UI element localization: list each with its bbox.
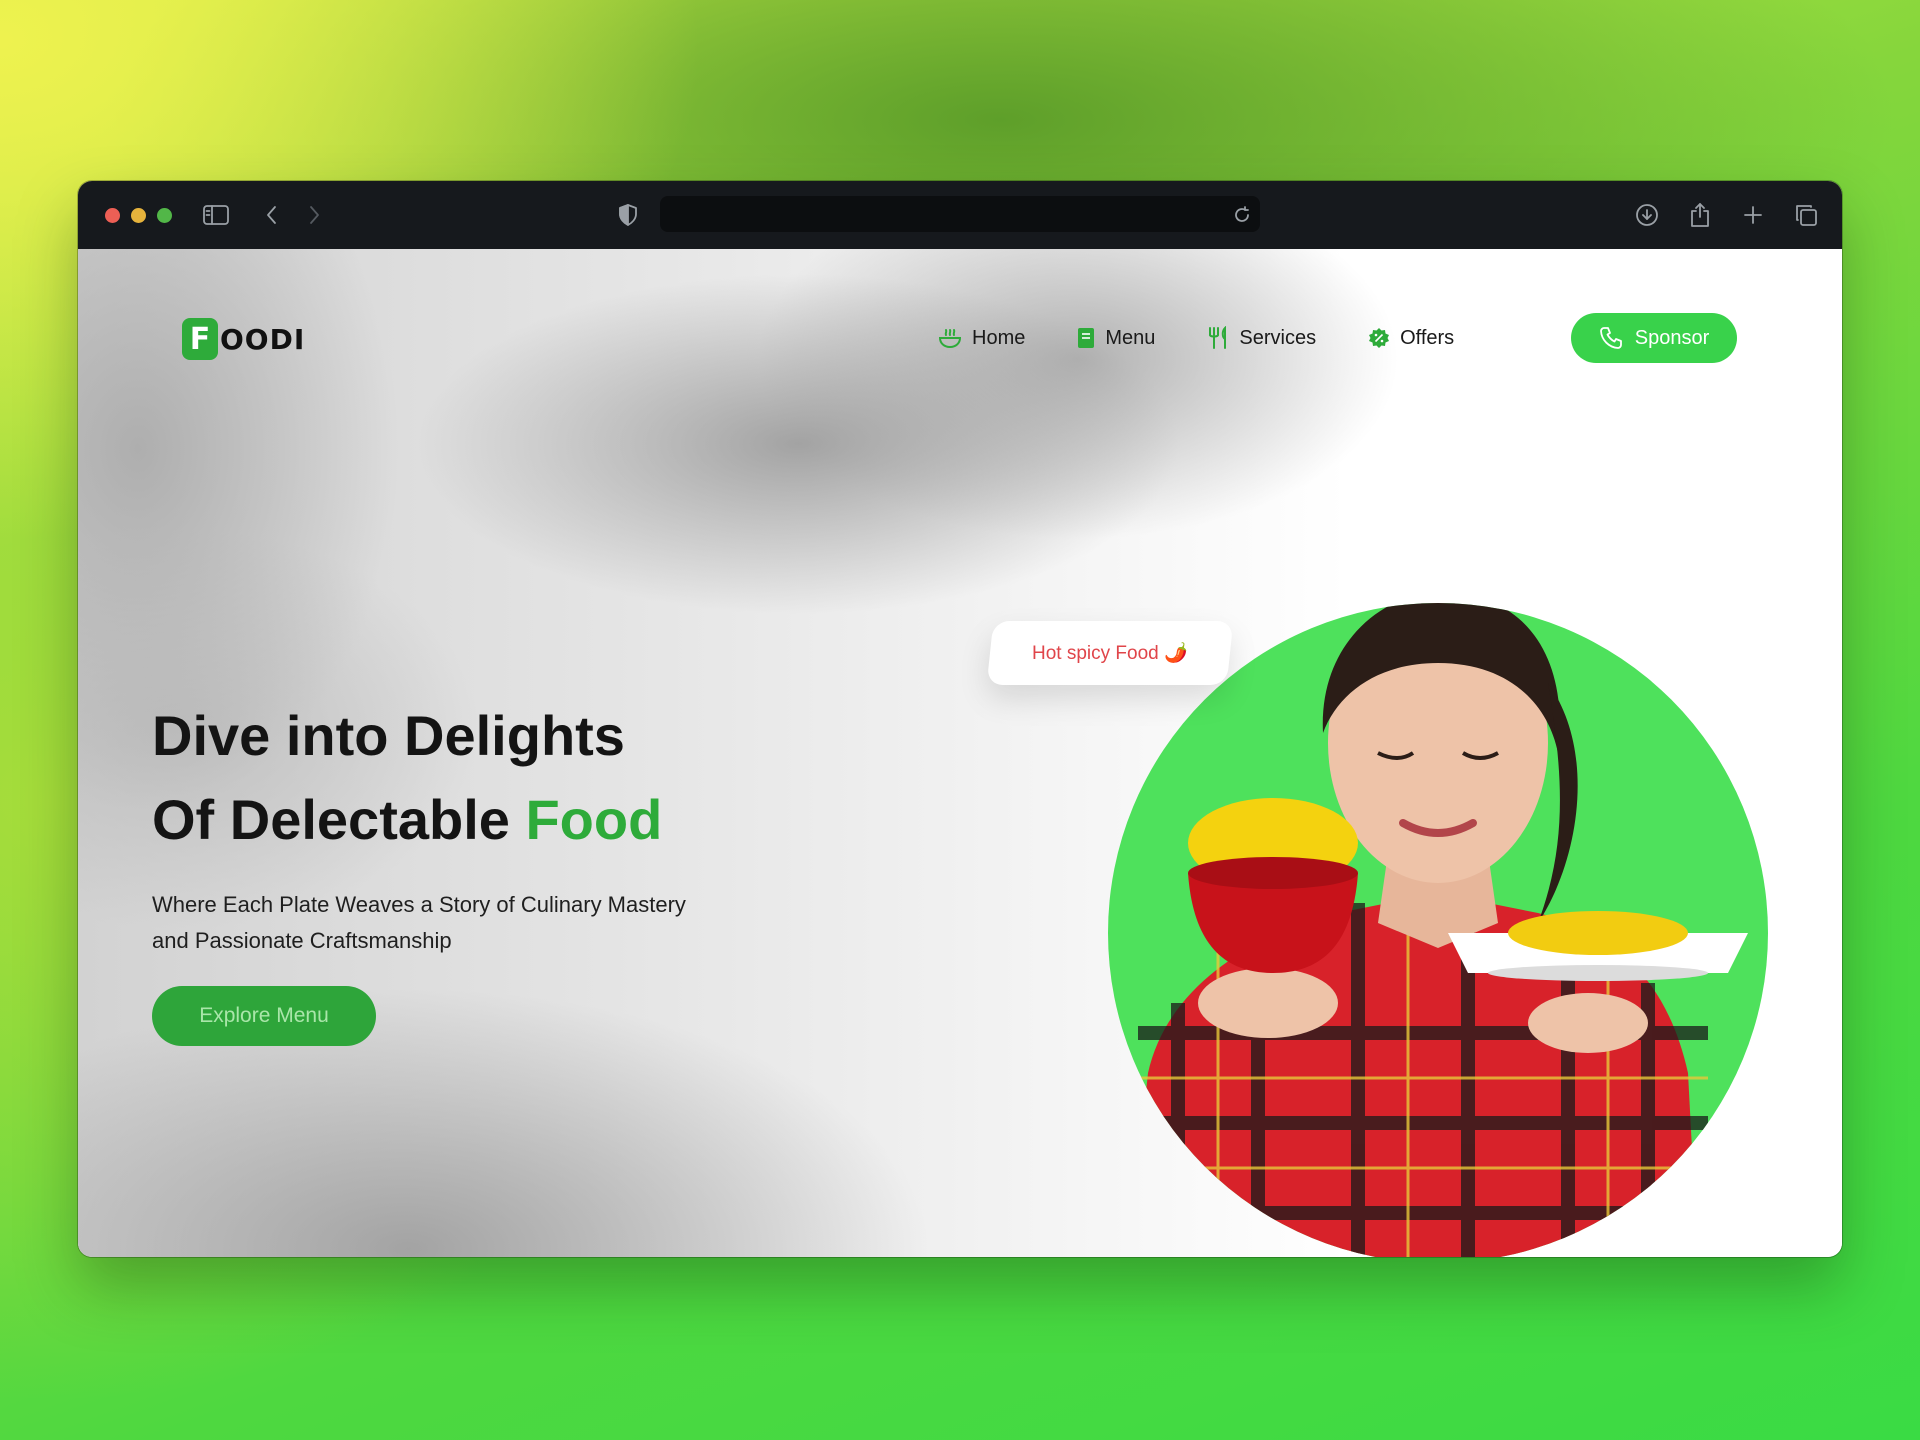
hero-title: Dive into Delights Of Delectable Food [152, 694, 662, 862]
main-nav: Home Menu Services Offers [938, 326, 1506, 350]
back-icon[interactable] [258, 201, 286, 229]
tabs-overview-icon[interactable] [1792, 201, 1820, 229]
browser-toolbar [78, 181, 1842, 249]
address-bar[interactable] [660, 196, 1260, 232]
maximize-window-button[interactable] [157, 208, 172, 223]
hero-image [1108, 603, 1768, 1257]
reload-icon[interactable] [1228, 201, 1256, 229]
sidebar-icon[interactable] [202, 201, 230, 229]
menu-book-icon [1078, 328, 1095, 348]
nav-label-offers: Offers [1400, 326, 1455, 349]
hero-title-line2-plain: Of Delectable [152, 788, 526, 851]
discount-badge-icon [1369, 328, 1390, 348]
sponsor-button[interactable]: Sponsor [1571, 313, 1737, 363]
download-icon[interactable] [1633, 201, 1661, 229]
nav-label-services: Services [1239, 326, 1317, 349]
shield-icon[interactable] [614, 201, 642, 229]
web-page: F OODI Home Menu Services Offers Sponsor… [78, 249, 1842, 1257]
sponsor-label: Sponsor [1634, 326, 1710, 349]
badge-text: Hot spicy Food 🌶️ [1032, 643, 1188, 664]
phone-icon [1599, 327, 1622, 349]
hero-title-line1: Dive into Delights [152, 704, 625, 767]
nav-item-services[interactable]: Services [1207, 326, 1316, 350]
hero-title-line2: Of Delectable Food [152, 778, 662, 862]
browser-window: F OODI Home Menu Services Offers Sponsor… [78, 181, 1842, 1257]
explore-menu-button[interactable]: Explore Menu [152, 986, 376, 1046]
nav-item-menu[interactable]: Menu [1077, 327, 1155, 350]
nav-label-home: Home [972, 326, 1026, 349]
bowl-icon [938, 329, 962, 349]
forward-icon[interactable] [300, 201, 328, 229]
hot-spicy-badge: Hot spicy Food 🌶️ [986, 621, 1234, 685]
nav-item-home[interactable]: Home [938, 327, 1025, 350]
minimize-window-button[interactable] [131, 208, 146, 223]
site-logo[interactable]: F OODI [182, 318, 305, 360]
nav-item-offers[interactable]: Offers [1368, 327, 1454, 350]
logo-mark: F [182, 318, 218, 360]
hero-subtitle: Where Each Plate Weaves a Story of Culin… [152, 892, 686, 953]
new-tab-icon[interactable] [1739, 201, 1767, 229]
fork-knife-icon [1209, 326, 1227, 349]
logo-text: OODI [220, 322, 306, 356]
share-icon[interactable] [1686, 201, 1714, 229]
nav-label-menu: Menu [1105, 326, 1156, 349]
close-window-button[interactable] [105, 208, 120, 223]
hero-title-accent: Food [525, 788, 663, 851]
